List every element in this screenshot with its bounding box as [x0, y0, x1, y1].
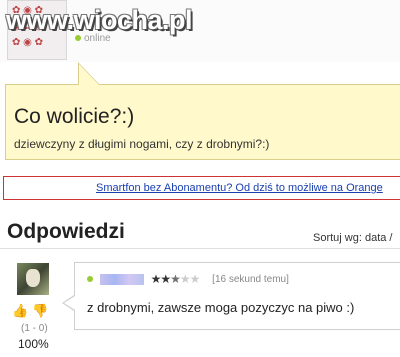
- star-icon[interactable]: ★: [190, 272, 201, 286]
- answer-author-name[interactable]: [99, 273, 144, 285]
- online-dot-icon: [87, 276, 93, 282]
- ad-banner: Smartfon bez Abonamentu? Od dziś to możl…: [3, 176, 400, 200]
- thumbs-up-icon[interactable]: 👍: [12, 303, 28, 318]
- vote-percent: 100%: [18, 337, 49, 351]
- vote-buttons: 👍 👎: [12, 303, 48, 319]
- sort-control[interactable]: Sortuj wg: data /: [313, 232, 393, 244]
- answer-bubble: ★★★★★ [16 sekund temu] z drobnymi, zawsz…: [74, 262, 400, 330]
- vote-count: (1 - 0): [21, 323, 48, 334]
- question-bubble-tail-inner: [79, 64, 99, 85]
- answer-author-avatar[interactable]: [17, 263, 49, 295]
- answer-meta: ★★★★★ [16 sekund temu]: [87, 272, 289, 286]
- star-icon[interactable]: ★: [151, 272, 162, 286]
- thumbs-down-icon[interactable]: 👎: [32, 303, 48, 318]
- star-icon[interactable]: ★: [160, 272, 171, 286]
- answer-bubble-tail-inner: [64, 296, 75, 310]
- ad-link[interactable]: Smartfon bez Abonamentu? Od dziś to możl…: [96, 182, 383, 194]
- online-dot-icon: [75, 35, 81, 42]
- answer-time: [16 sekund temu]: [212, 273, 289, 285]
- question-subtitle: dziewczyny z długimi nogami, czy z drobn…: [14, 137, 270, 151]
- answer-text: z drobnymi, zawsze moga pozyczyc na piwo…: [87, 300, 355, 315]
- star-icon[interactable]: ★: [170, 272, 181, 286]
- question-title: Co wolicie?:): [14, 105, 135, 128]
- divider: [0, 248, 400, 249]
- answers-heading: Odpowiedzi: [7, 220, 125, 243]
- watermark-logo: www.wiocha.pl: [6, 5, 193, 35]
- rating-stars: ★★★★★: [151, 272, 201, 286]
- question-bubble: Co wolicie?:) dziewczyny z długimi nogam…: [5, 84, 400, 160]
- star-icon[interactable]: ★: [180, 272, 191, 286]
